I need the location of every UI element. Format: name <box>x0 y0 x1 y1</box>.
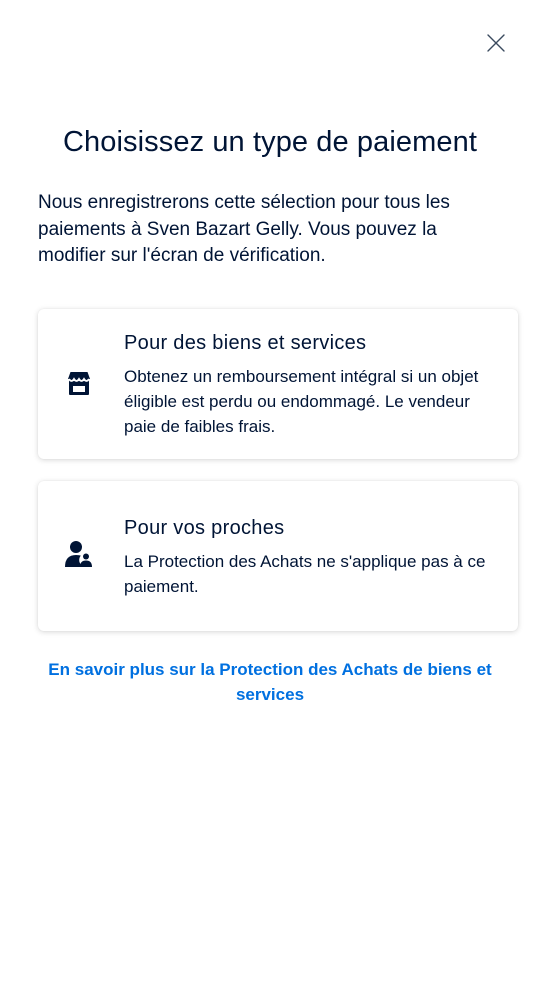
option-title: Pour vos proches <box>124 517 285 539</box>
close-button[interactable] <box>482 29 510 57</box>
option-title: Pour des biens et services <box>124 332 367 354</box>
option-text: Pour vos proches La Protection des Achat… <box>124 516 504 599</box>
option-text: Pour des biens et services Obtenez un re… <box>124 331 504 439</box>
dialog-title: Choisissez un type de paiement <box>62 126 478 158</box>
option-description: Obtenez un remboursement intégral si un … <box>124 367 479 436</box>
storefront-icon <box>63 367 95 399</box>
dialog-description: Nous enregistrerons cette sélection pour… <box>38 192 450 266</box>
learn-more-link[interactable]: En savoir plus sur la Protection des Ach… <box>30 657 510 707</box>
friends-icon <box>63 538 95 570</box>
option-goods-and-services[interactable]: Pour des biens et services Obtenez un re… <box>38 309 518 459</box>
option-friends-and-family[interactable]: Pour vos proches La Protection des Achat… <box>38 481 518 631</box>
close-icon <box>487 34 505 52</box>
option-description: La Protection des Achats ne s'applique p… <box>124 552 486 596</box>
